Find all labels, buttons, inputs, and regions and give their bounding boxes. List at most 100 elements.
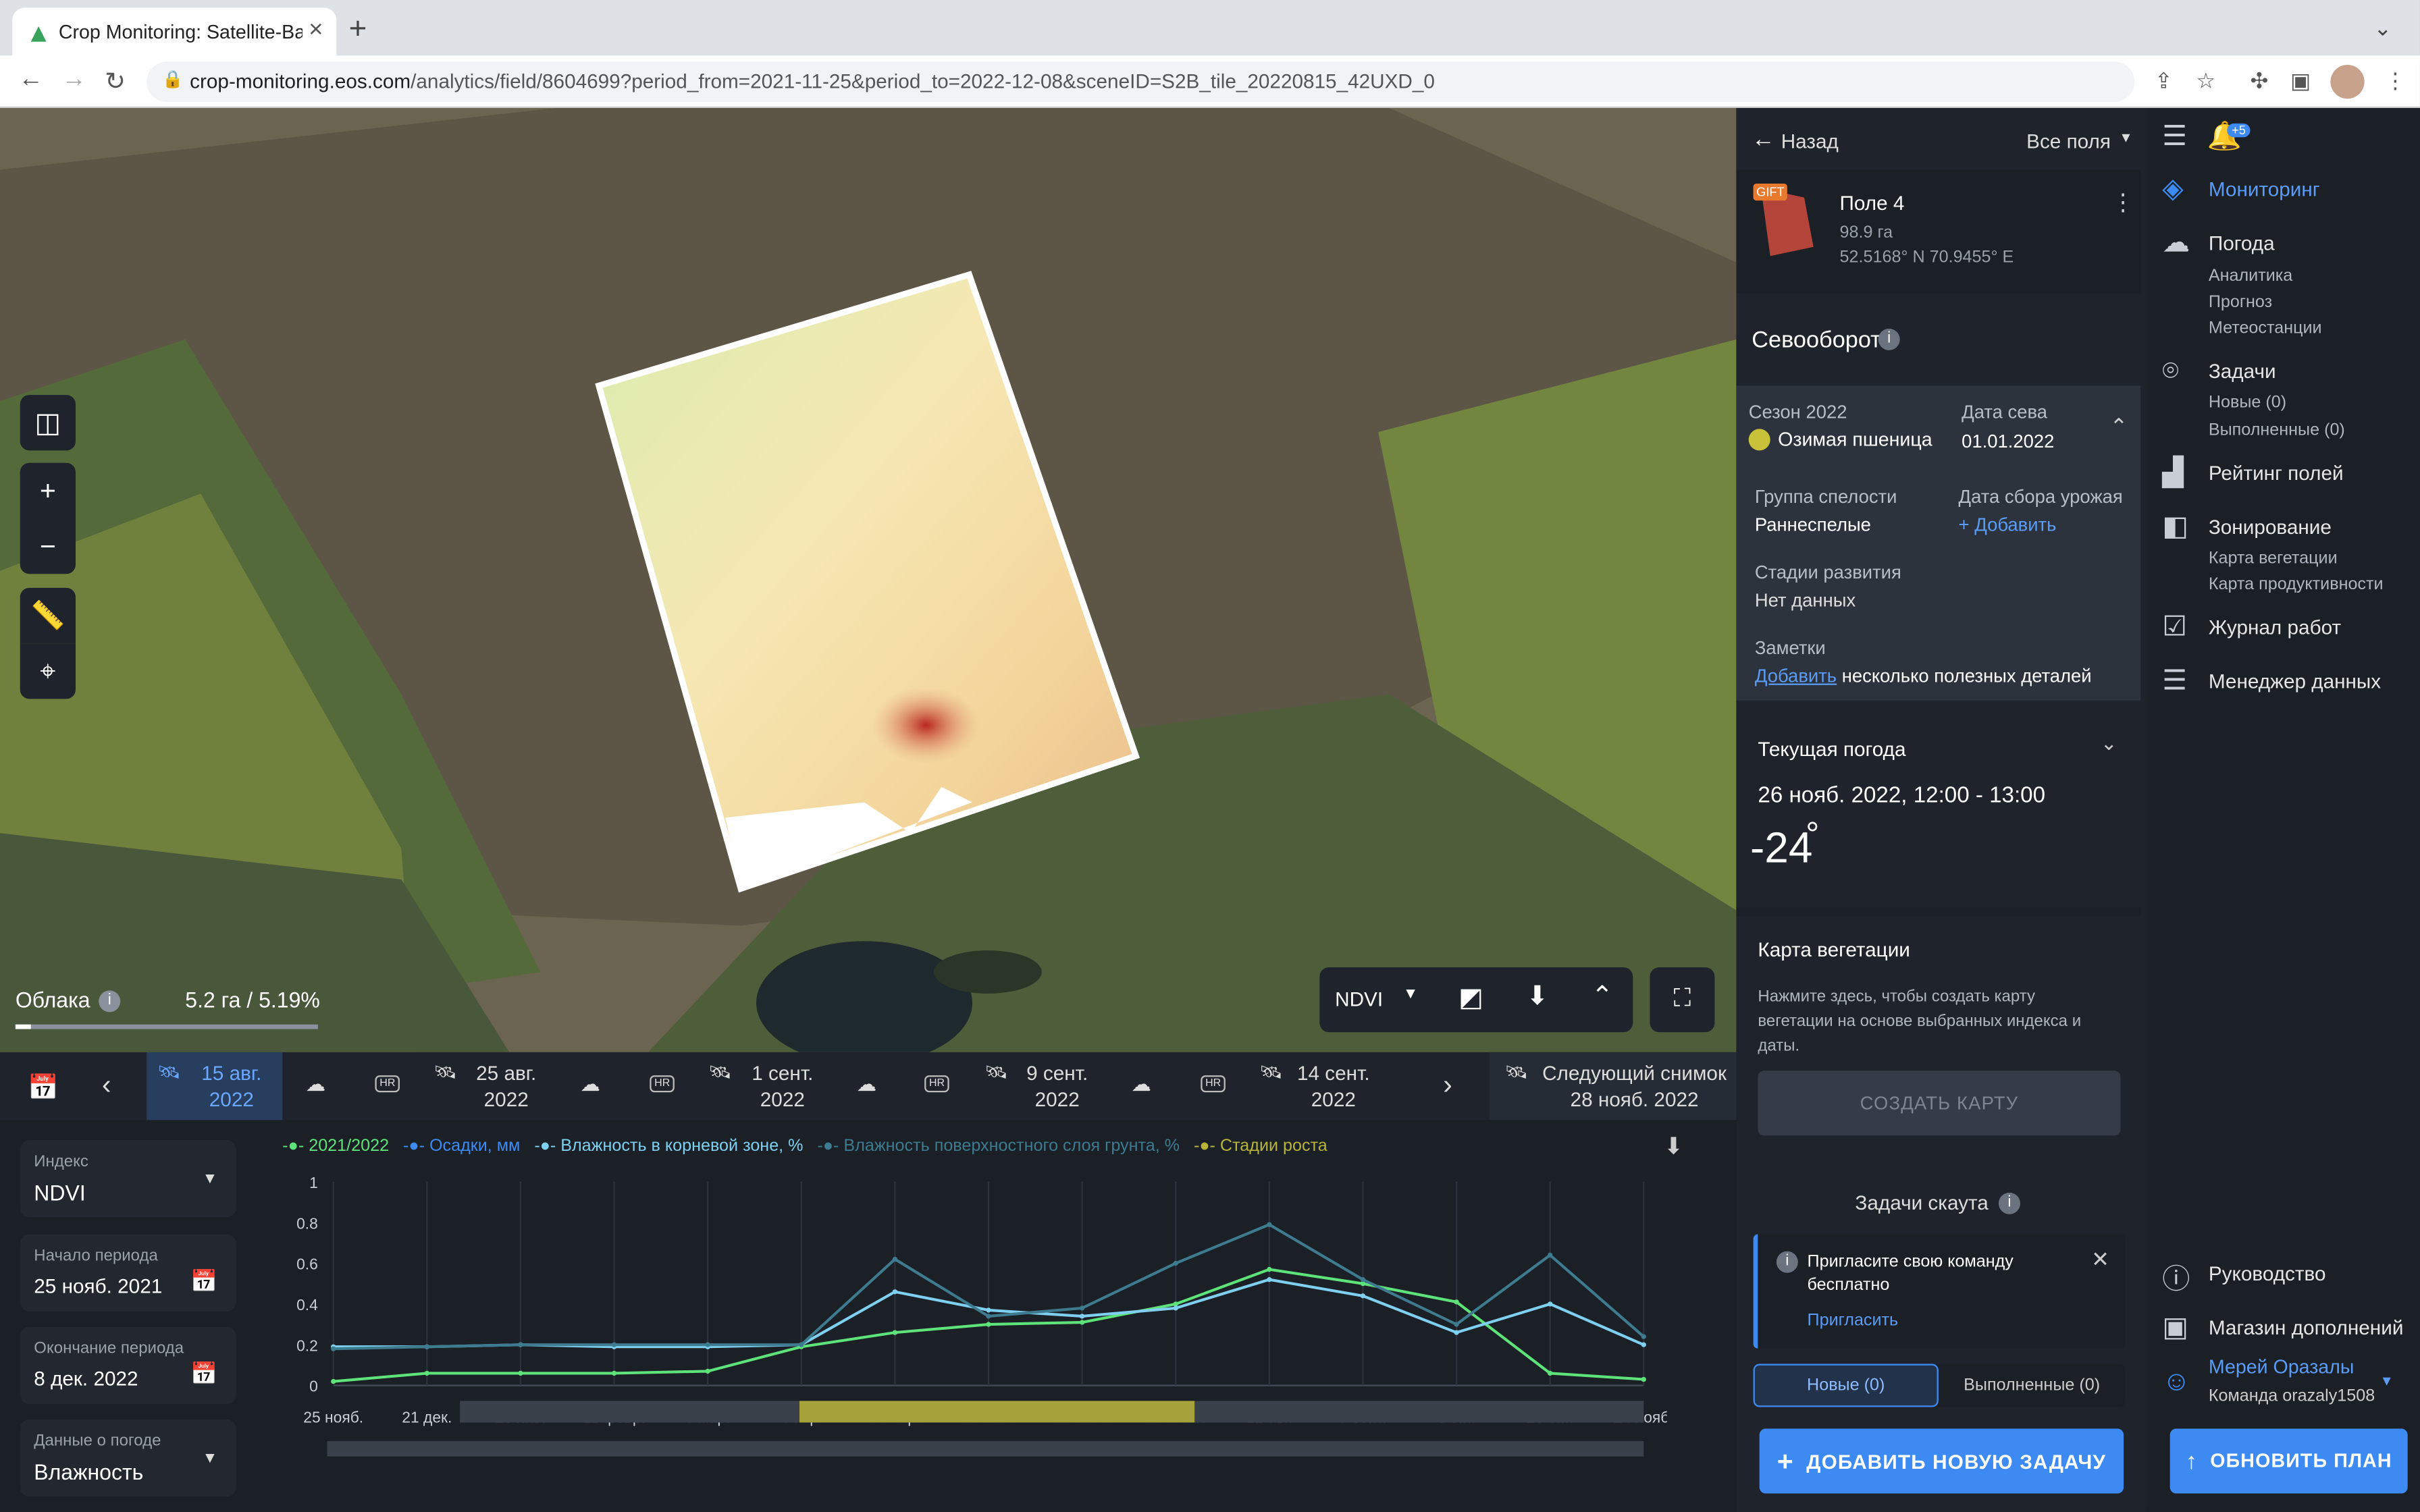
- nav-vegetation-map[interactable]: Карта вегетации: [2209, 549, 2338, 568]
- calendar-check-icon: ☑: [2162, 611, 2188, 642]
- timeline-date[interactable]: 9 сент. 2022: [1011, 1060, 1103, 1112]
- download-icon[interactable]: ⬇: [1527, 981, 1549, 1013]
- hamburger-menu-icon[interactable]: ☰: [2162, 120, 2187, 153]
- timeline-date[interactable]: 14 сент. 2022: [1284, 1060, 1383, 1112]
- info-icon[interactable]: i: [99, 990, 121, 1013]
- user-team: Команда orazaly1508: [2208, 1386, 2375, 1406]
- info-icon[interactable]: i: [1878, 328, 1900, 350]
- browser-tab[interactable]: Crop Monitoring: Satellite-Based ×: [12, 7, 337, 62]
- nav-weather[interactable]: Погода: [2209, 232, 2275, 254]
- nav-tasks[interactable]: Задачи: [2209, 360, 2276, 383]
- legend-item[interactable]: -●- Осадки, мм: [403, 1137, 520, 1156]
- field-area: 98.9 га: [1839, 223, 1893, 242]
- timeline-date[interactable]: 25 авг. 2022: [460, 1060, 552, 1112]
- compare-split-button[interactable]: ◫: [20, 395, 76, 451]
- share-icon[interactable]: ⇪: [2155, 68, 2173, 94]
- chevron-down-icon[interactable]: ⌄: [2101, 731, 2118, 756]
- y-tick-label: 0.2: [296, 1336, 318, 1354]
- fullscreen-button[interactable]: ⛶: [1650, 967, 1715, 1033]
- add-task-button[interactable]: + ДОБАВИТЬ НОВУЮ ЗАДАЧУ: [1759, 1428, 2124, 1494]
- nav-tasks-done[interactable]: Выполненные (0): [2209, 421, 2345, 439]
- field-card[interactable]: GIFT Поле 4 98.9 га 52.5168° N 70.9455° …: [1736, 169, 2141, 294]
- end-label: Окончание периода: [34, 1339, 184, 1358]
- nav-monitoring[interactable]: Мониторинг: [2209, 178, 2320, 200]
- close-tab-icon[interactable]: ×: [309, 17, 323, 45]
- timeline-date[interactable]: 1 сент. 2022: [736, 1060, 828, 1112]
- tab-search-icon[interactable]: ⌄: [2373, 16, 2392, 42]
- weather-data-dropdown[interactable]: Данные о погоде Влажность ▼: [20, 1419, 236, 1497]
- data-point: [1641, 1342, 1646, 1347]
- create-map-button[interactable]: СОЗДАТЬ КАРТУ: [1758, 1071, 2121, 1136]
- ruler-icon[interactable]: 📏: [20, 587, 76, 644]
- data-point: [1548, 1301, 1553, 1307]
- timeline-next-icon[interactable]: ›: [1443, 1069, 1452, 1102]
- legend-item[interactable]: -●- Стадии роста: [1194, 1137, 1327, 1156]
- nav-weather-stations[interactable]: Метеостанции: [2209, 319, 2322, 338]
- extensions-icon[interactable]: ✣: [2251, 68, 2269, 94]
- data-point: [1173, 1305, 1178, 1311]
- y-tick-label: 0: [309, 1378, 318, 1395]
- close-icon[interactable]: ✕: [2091, 1247, 2109, 1273]
- nav-weather-analytics[interactable]: Аналитика: [2209, 267, 2292, 285]
- legend-item[interactable]: -●- 2021/2022: [282, 1137, 389, 1156]
- tab-new-tasks[interactable]: Новые (0): [1753, 1364, 1939, 1407]
- chevron-up-icon[interactable]: ⌃: [2110, 414, 2128, 440]
- bookmark-star-icon[interactable]: ☆: [2197, 68, 2216, 94]
- legend-item[interactable]: -●- Влажность поверхностного слоя грунта…: [817, 1137, 1180, 1156]
- data-point: [986, 1314, 991, 1319]
- satellite-map[interactable]: ◫ + − 📏 ⌖ Облака i 5.2 га / 5.19% NDVI ▼…: [0, 107, 1737, 1052]
- hr-badge: HR: [375, 1075, 400, 1093]
- invite-link[interactable]: Пригласить: [1808, 1312, 1899, 1330]
- chevron-up-icon[interactable]: ⌃: [1592, 981, 1614, 1013]
- legend-item[interactable]: -●- Влажность в корневой зоне, %: [534, 1137, 803, 1156]
- notes-add-link[interactable]: Добавить: [1755, 665, 1837, 686]
- timeline-date[interactable]: 15 авг. 2022: [185, 1060, 278, 1112]
- user-name[interactable]: Мерей Оразалы: [2209, 1356, 2355, 1378]
- forward-arrow-icon[interactable]: →: [61, 66, 86, 94]
- nav-journal[interactable]: Журнал работ: [2209, 616, 2341, 639]
- image-compare-icon[interactable]: ◩: [1458, 983, 1483, 1014]
- profile-avatar[interactable]: [2330, 64, 2365, 99]
- locate-icon[interactable]: ⌖: [20, 643, 76, 699]
- nav-productivity-map[interactable]: Карта продуктивности: [2209, 576, 2384, 594]
- index-dropdown[interactable]: Индекс NDVI ▼: [20, 1140, 236, 1218]
- nav-field-rating[interactable]: Рейтинг полей: [2209, 461, 2344, 484]
- weather-temp: -24: [1750, 824, 1813, 872]
- nav-guide[interactable]: Руководство: [2209, 1262, 2326, 1285]
- nav-zoning[interactable]: Зонирование: [2209, 515, 2332, 538]
- back-arrow-icon[interactable]: ←: [18, 66, 43, 94]
- reload-icon[interactable]: ↻: [105, 66, 126, 97]
- data-point: [1360, 1293, 1366, 1299]
- chevron-down-icon[interactable]: ▼: [2380, 1373, 2394, 1388]
- index-select[interactable]: NDVI: [1335, 988, 1383, 1010]
- field-panel: ← Назад Все поля ▼ GIFT Поле 4 98.9 га 5…: [1736, 107, 2147, 1512]
- timeline-prev-icon[interactable]: ‹: [102, 1069, 111, 1102]
- tab-done-tasks[interactable]: Выполненные (0): [1939, 1364, 2126, 1407]
- scout-title: Задачи скаута: [1855, 1191, 1989, 1214]
- back-button[interactable]: Назад: [1781, 130, 1839, 153]
- upgrade-plan-button[interactable]: ↑ ОБНОВИТЬ ПЛАН: [2169, 1428, 2408, 1494]
- zoom-in-button[interactable]: +: [20, 462, 76, 518]
- browser-menu-icon[interactable]: ⋮: [2384, 68, 2406, 94]
- harvest-add-link[interactable]: + Добавить: [1959, 514, 2057, 535]
- index-value: NDVI: [34, 1180, 86, 1206]
- new-tab-icon[interactable]: +: [349, 12, 367, 48]
- download-icon[interactable]: ⬇: [1664, 1133, 1683, 1160]
- period-start-field[interactable]: Начало периода 25 нояб. 2021 📅: [20, 1234, 236, 1312]
- period-end-field[interactable]: Окончание периода 8 дек. 2022 📅: [20, 1326, 236, 1404]
- url-field[interactable]: 🔒 crop-monitoring.eos.com/analytics/fiel…: [147, 61, 2135, 102]
- all-fields-select[interactable]: Все поля: [2026, 130, 2111, 153]
- nav-tasks-new[interactable]: Новые (0): [2209, 394, 2286, 412]
- sidebar-icon[interactable]: ▣: [2290, 68, 2311, 94]
- nav-weather-forecast[interactable]: Прогноз: [2209, 293, 2272, 311]
- chevron-down-icon[interactable]: ▼: [1403, 986, 1419, 1003]
- data-point: [1454, 1330, 1459, 1335]
- ndvi-chart[interactable]: 10.80.60.40.2025 нояб.21 дек.16 янв.11 ф…: [278, 1166, 1667, 1512]
- calendar-icon[interactable]: 📅: [28, 1073, 59, 1104]
- zoom-out-button[interactable]: −: [20, 518, 76, 574]
- back-arrow-icon[interactable]: ←: [1752, 126, 1774, 153]
- nav-store[interactable]: Магазин дополнений: [2209, 1316, 2404, 1339]
- nav-data-manager[interactable]: Менеджер данных: [2209, 670, 2381, 693]
- more-vertical-icon[interactable]: ⋮: [2111, 188, 2134, 216]
- info-icon[interactable]: i: [1998, 1192, 2020, 1214]
